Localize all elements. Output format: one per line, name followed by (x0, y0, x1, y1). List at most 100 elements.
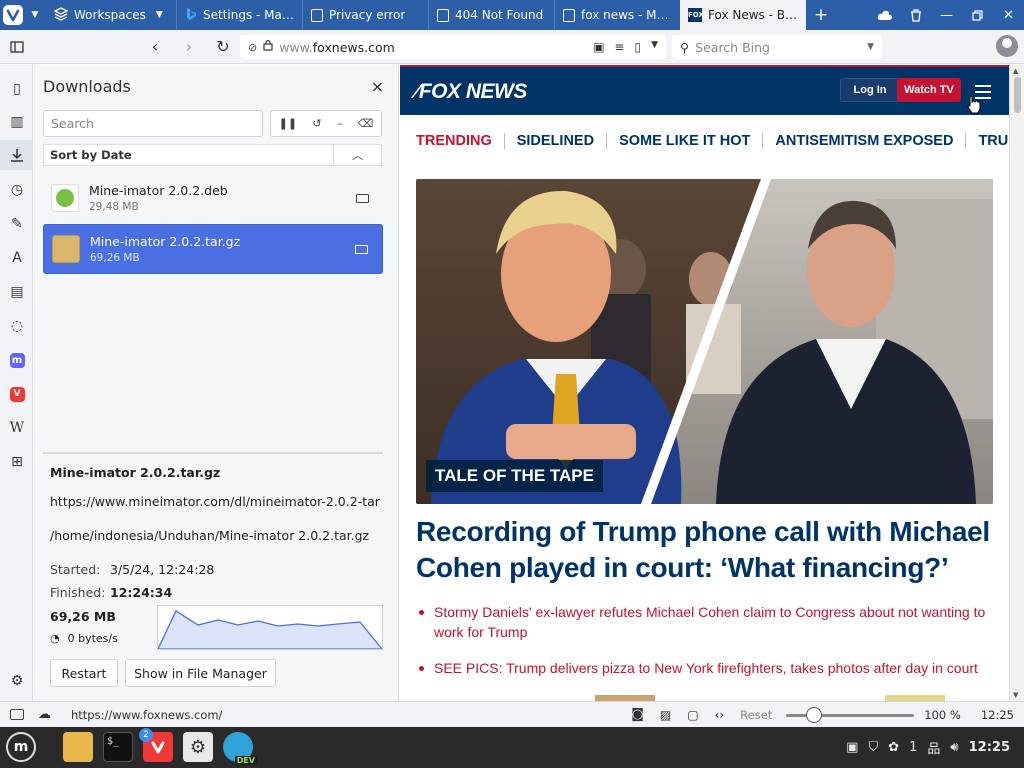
sort-bar[interactable]: Sort by Date ︿ (43, 144, 382, 166)
image-toggle-icon[interactable]: ▨ (660, 708, 671, 722)
search-field[interactable]: ⚲ Search Bing ▼ (672, 35, 882, 59)
pause-icon[interactable]: ❚❚ (279, 117, 297, 130)
zoom-reset-button[interactable]: Reset (740, 708, 772, 722)
edge-dev-icon[interactable]: DEV (223, 732, 257, 765)
vivaldi-menu-button[interactable] (0, 0, 26, 30)
clipboard-icon[interactable]: ▣ (846, 740, 858, 755)
file-manager-icon[interactable] (63, 732, 93, 762)
close-icon[interactable]: ✕ (993, 8, 1024, 23)
download-item[interactable]: Mine-imator 2.0.2.deb 29,48 MB (43, 173, 383, 223)
tab-fox-news[interactable]: FOX Fox News - Break (680, 0, 806, 30)
rss-icon[interactable]: ▣ (593, 40, 604, 54)
related-link[interactable]: Stormy Daniels' ex-lawyer refutes Michae… (419, 602, 994, 642)
window-panel-icon[interactable]: ▤ (7, 282, 27, 302)
capture-camera-icon[interactable]: ◙ (631, 707, 644, 722)
back-button[interactable]: ‹ (138, 30, 172, 64)
network-icon[interactable]: 品 (927, 738, 940, 757)
close-icon[interactable]: × (371, 77, 384, 96)
new-tab-button[interactable]: + (806, 0, 836, 30)
translate-panel-icon[interactable]: A (7, 248, 27, 268)
detail-source-url[interactable]: https://www.mineimator.com/dl/mineimator… (50, 494, 380, 509)
page-scrollbar[interactable]: ▲ ▼ (1009, 65, 1024, 701)
panel-toggle-icon[interactable] (10, 709, 24, 720)
minimize-icon[interactable]: — (931, 8, 962, 23)
tab-fox-news-search[interactable]: fox news - Men... (554, 0, 680, 30)
fox-news-favicon-icon: FOX (688, 8, 704, 22)
detail-speed: 0 bytes/s (67, 632, 118, 645)
download-item[interactable]: Mine-imator 2.0.2.tar.gz 69,26 MB (43, 224, 383, 274)
trending-link[interactable]: SOME LIKE IT HOT (606, 133, 762, 149)
bookmark-icon[interactable]: ▯ (634, 40, 641, 54)
lock-icon[interactable] (263, 39, 273, 55)
tracker-block-icon[interactable]: ⊘ (248, 41, 257, 54)
panel-toggle-icon[interactable] (0, 30, 34, 64)
workspace-indicator[interactable]: 1 (909, 740, 917, 755)
chevron-up-icon[interactable]: ︿ (333, 145, 381, 165)
tab-privacy-error[interactable]: Privacy error (302, 0, 428, 30)
settings-gear-icon[interactable]: ⚙ (7, 671, 27, 691)
login-button[interactable]: Log In (840, 78, 900, 102)
history-icon[interactable]: ↺ (312, 117, 321, 130)
add-panel-icon[interactable]: ⊞ (7, 452, 27, 472)
reading-list-panel-icon[interactable]: ▥ (7, 112, 27, 132)
shield-icon[interactable]: ⛉ (868, 740, 878, 755)
web-content: ⁄FOX NEWS Log In Watch TV TRENDING SIDEL… (400, 65, 1009, 701)
forward-button[interactable]: › (172, 30, 206, 64)
hero-image[interactable]: TALE OF THE TAPE (416, 179, 993, 504)
history-panel-icon[interactable]: ◷ (7, 180, 27, 200)
reload-button[interactable]: ↻ (206, 30, 240, 64)
vivaldi-panel-icon[interactable]: V (7, 384, 27, 404)
clock[interactable]: 12:25 (969, 740, 1010, 755)
scroll-up-icon[interactable]: ▲ (1013, 67, 1018, 75)
headline-link[interactable]: Recording of Trump phone call with Micha… (416, 514, 1001, 586)
folder-icon[interactable] (356, 193, 369, 203)
downloads-panel-icon[interactable] (0, 140, 33, 170)
url-field[interactable]: ⊘ www.foxnews.com ▣ ≡ ▯ ▼ (240, 35, 666, 59)
cloud-sync-icon[interactable] (869, 10, 900, 21)
scroll-thumb[interactable] (1014, 77, 1021, 113)
update-icon[interactable]: ✿ (888, 740, 899, 755)
downloads-controls: ❚❚ ↺ – ⌫ (270, 110, 382, 137)
profile-avatar[interactable] (996, 35, 1018, 57)
volume-icon[interactable]: 🔊︎ (950, 740, 958, 755)
related-link[interactable]: SEE PICS: Trump delivers pizza to New Yo… (419, 658, 994, 678)
trending-link[interactable]: ANTISEMITISM EXPOSED (762, 133, 965, 149)
notes-panel-icon[interactable]: ✎ (7, 214, 27, 234)
trending-link[interactable]: TRUE CRIME (965, 133, 1009, 149)
trash-icon[interactable] (900, 8, 931, 22)
tab-bar: ▼ Workspaces ▼ Settings - Man... Privacy… (0, 0, 1024, 30)
chat-panel-icon[interactable]: ◌ (7, 316, 27, 336)
tiling-icon[interactable]: ▢ (687, 708, 698, 722)
minus-icon[interactable]: – (337, 117, 343, 130)
terminal-icon[interactable]: $_ (103, 732, 133, 762)
detail-path[interactable]: /home/indonesia/Unduhan/Mine-imator 2.0.… (50, 528, 369, 543)
show-in-file-manager-button[interactable]: Show in File Manager (125, 659, 276, 687)
tab-settings[interactable]: Settings - Man... (176, 0, 302, 30)
cloud-icon[interactable]: ☁ (38, 707, 51, 722)
settings-app-icon[interactable]: ⚙ (183, 732, 213, 762)
code-icon[interactable]: ‹› (715, 708, 725, 722)
tab-404-not-found[interactable]: 404 Not Found (428, 0, 554, 30)
mint-menu-icon[interactable]: m (6, 732, 36, 762)
status-bar: ☁ https://www.foxnews.com/ ◙ ▨ ▢ ‹› Rese… (0, 701, 1024, 727)
workspaces-button[interactable]: Workspaces ▼ (44, 0, 176, 30)
bookmarks-panel-icon[interactable]: ▯ (7, 79, 27, 99)
downloads-search-input[interactable]: Search (43, 110, 263, 137)
scroll-down-icon[interactable]: ▼ (1013, 691, 1018, 699)
watch-tv-button[interactable]: Watch TV (897, 78, 961, 102)
maximize-icon[interactable] (962, 9, 993, 21)
folder-icon[interactable] (355, 244, 368, 254)
reader-view-icon[interactable]: ≡ (614, 40, 624, 54)
restart-button[interactable]: Restart (50, 659, 118, 687)
chevron-down-icon[interactable]: ▼ (26, 0, 44, 30)
chevron-down-icon[interactable]: ▼ (651, 40, 658, 54)
trending-link[interactable]: SIDELINED (503, 133, 606, 149)
zoom-slider[interactable] (786, 706, 915, 723)
clear-broom-icon[interactable]: ⌫ (358, 117, 374, 130)
wikipedia-panel-icon[interactable]: W (7, 418, 27, 438)
chevron-down-icon[interactable]: ▼ (867, 42, 882, 52)
fox-news-logo[interactable]: ⁄FOX NEWS (415, 80, 527, 104)
vivaldi-taskbar-icon[interactable]: 2 (139, 728, 173, 762)
zoom-slider-knob[interactable] (806, 706, 823, 723)
mastodon-panel-icon[interactable]: m (7, 350, 27, 370)
